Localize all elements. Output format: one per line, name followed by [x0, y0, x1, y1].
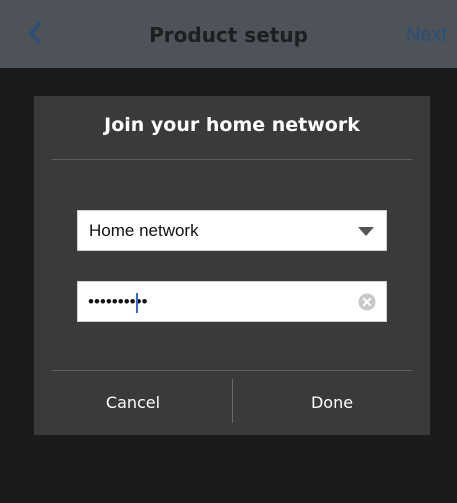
cancel-button[interactable]: Cancel [34, 371, 232, 435]
top-navigation-bar: Product setup Next [0, 0, 457, 68]
next-button[interactable]: Next [406, 0, 447, 68]
caret-down-icon [358, 227, 374, 236]
network-select-value: Home network [89, 221, 199, 240]
join-network-dialog: Join your home network Home network Canc… [34, 96, 430, 435]
page-title: Product setup [149, 23, 308, 47]
clear-circle-icon [358, 293, 376, 311]
divider [52, 159, 412, 160]
password-input[interactable] [78, 282, 358, 321]
dialog-title: Join your home network [104, 114, 360, 136]
network-select[interactable]: Home network [77, 210, 387, 251]
done-button[interactable]: Done [233, 371, 431, 435]
clear-button[interactable] [358, 293, 376, 311]
password-field[interactable] [77, 281, 387, 322]
text-cursor [136, 293, 138, 313]
